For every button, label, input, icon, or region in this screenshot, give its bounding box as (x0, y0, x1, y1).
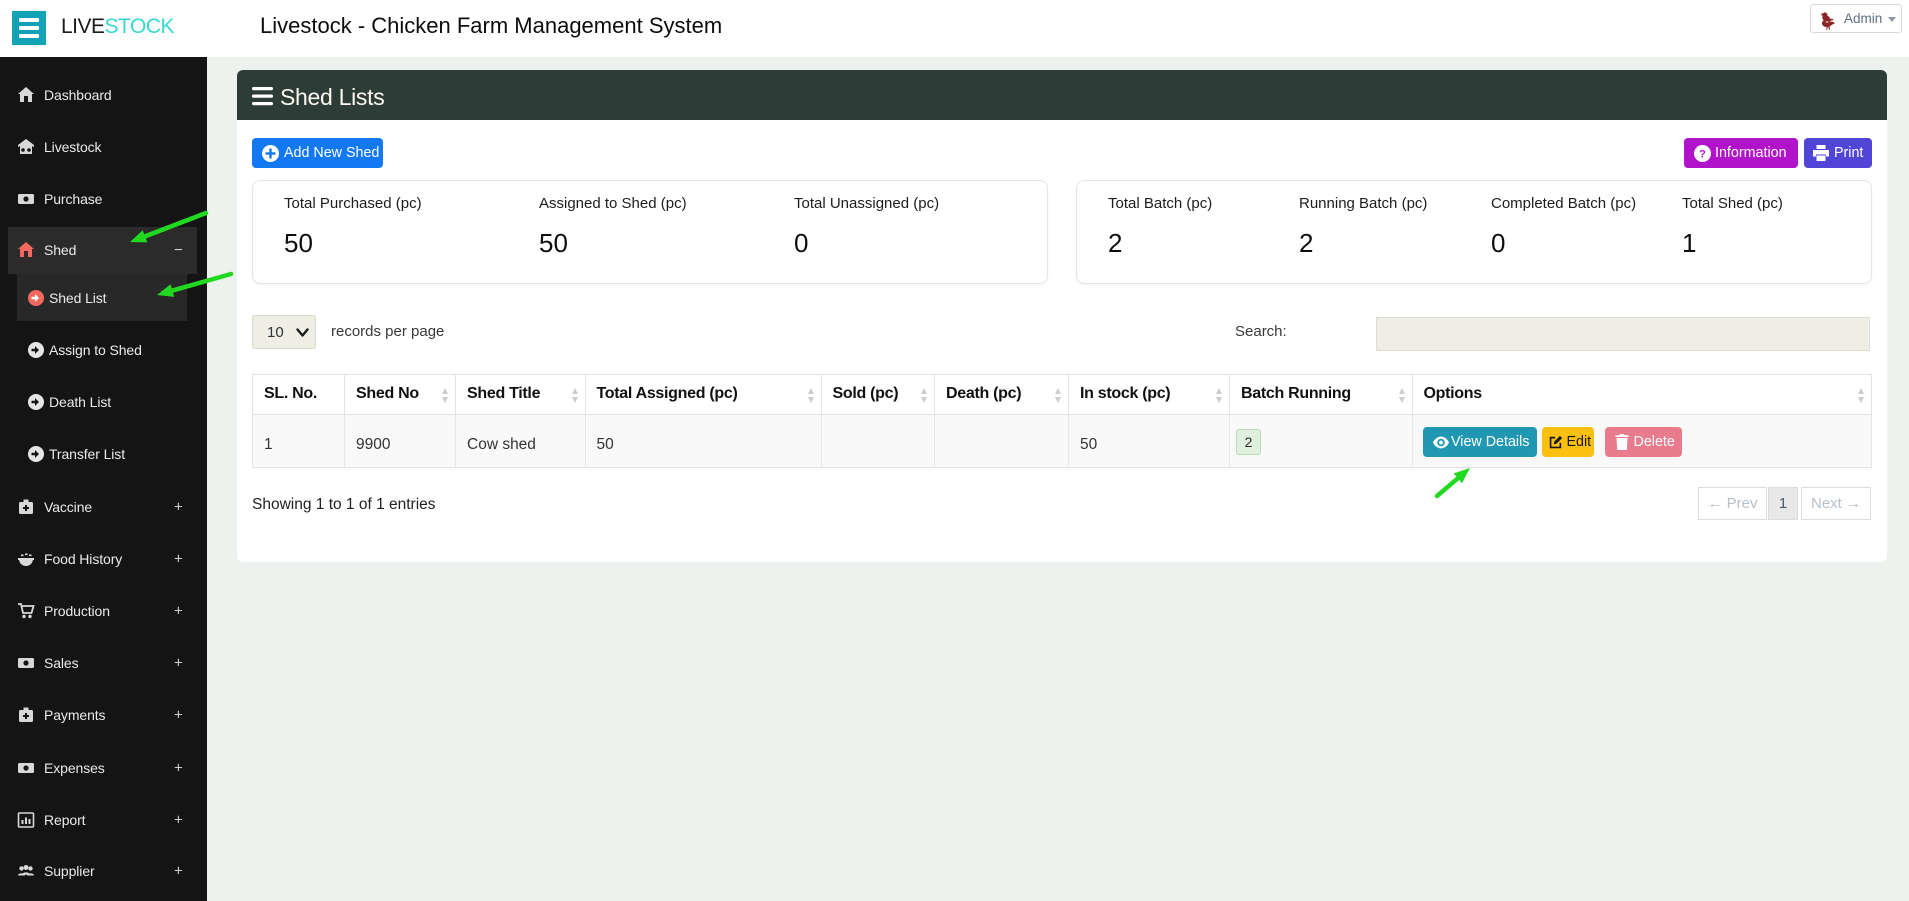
svg-text:?: ? (1699, 148, 1706, 160)
